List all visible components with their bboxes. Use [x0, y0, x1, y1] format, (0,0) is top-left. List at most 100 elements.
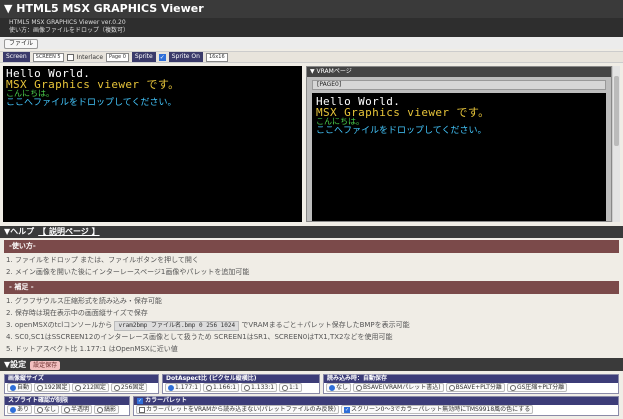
- interlace-label: Interlace: [76, 53, 104, 61]
- image-size-option-256[interactable]: 256固定: [110, 383, 148, 392]
- dot-aspect-header: DotAspect比 (ピクセル縦横比): [163, 375, 319, 383]
- msx-screen-canvas[interactable]: Hello World. MSX Graphics viewer です。 こんに…: [3, 66, 302, 222]
- sprite-option-no[interactable]: なし: [34, 405, 60, 414]
- vram-line-4: ここへファイルをドロップしてください。: [316, 126, 487, 136]
- app-title-bar: ▼ HTML5 MSX GRAPHICS Viewer: [0, 0, 623, 18]
- sprite-on-label: Sprite On: [168, 52, 203, 62]
- radio-icon: [37, 384, 44, 391]
- note-text: でVRAMまるごと＋パレット保存したBMPを表示可能: [241, 321, 410, 329]
- checkbox-icon: ✓: [343, 406, 350, 413]
- dot-aspect-group: DotAspect比 (ピクセル縦横比) 1.177:1 1.166:1 1.1…: [162, 374, 320, 394]
- page-select[interactable]: Page 0: [106, 52, 129, 62]
- usage-list: 1. ファイルをドロップ または、ファイルボタンを押して開く 2. メイン画像を…: [6, 254, 616, 278]
- option-label: 192固定: [44, 384, 68, 391]
- scrollbar-thumb[interactable]: [614, 76, 619, 146]
- settings-title: ▼設定: [4, 360, 27, 369]
- color-palette-checkbox[interactable]: ✓: [137, 397, 143, 404]
- option-label: あり: [17, 406, 30, 413]
- option-label: カラーパレットをVRAMから読み込まない(パレットファイルのみ反映): [146, 406, 336, 413]
- option-label: 縞影: [104, 406, 117, 413]
- help-title: ▼ヘルプ: [4, 227, 35, 236]
- screen-toolbar: Screen SCREEN 5 Interlace Page 0 Sprite …: [0, 51, 623, 63]
- command-code: vram2bmp ファイル名.bmp 0 256 1024: [114, 321, 240, 331]
- radio-icon: [10, 384, 16, 391]
- aspect-option-1166[interactable]: 1.166:1: [203, 383, 240, 392]
- radio-icon: [509, 384, 516, 391]
- load-save-header: 読み込み時：自動保存: [324, 375, 618, 383]
- vram-line-3: こんにちは。: [316, 117, 364, 126]
- note-item: 4. SC0,SC1はSSCREEN12のインターレース画像として扱うため SC…: [6, 333, 393, 341]
- option-label: BSAVE+PLT分離: [455, 384, 502, 391]
- palette-tms9918-option[interactable]: ✓ スクリーン0〜3でカラーパレット無効時にTMS9918風の色にする: [340, 405, 534, 414]
- usage-item: 1. ファイルをドロップ または、ファイルボタンを押して開く: [6, 256, 199, 264]
- app-version: HTML5 MSX GRAPHICS Viewer ver.0.20: [9, 19, 126, 26]
- vram-page-label: [PAGE0]: [312, 80, 606, 90]
- interlace-checkbox[interactable]: [66, 53, 74, 61]
- save-settings-button[interactable]: 設定保存: [30, 361, 61, 370]
- radio-icon: [448, 384, 455, 391]
- vertical-scrollbar[interactable]: [612, 66, 620, 222]
- note-item: 1. グラフサウルス圧縮形式を読み込み・保存可能: [6, 297, 162, 305]
- radio-icon: [113, 384, 120, 391]
- option-label: なし: [44, 406, 57, 413]
- sprite-on-checkbox[interactable]: ✓: [158, 53, 166, 61]
- usage-section-header: -使い方-: [4, 240, 619, 253]
- autosave-option-none[interactable]: なし: [326, 383, 352, 392]
- usage-item: 2. メイン画像を開いた後にインターレースページ1画像やパレットを追加可能: [6, 268, 250, 276]
- note-item: 3. openMSXのtclコンソールから vram2bmp ファイル名.bmp…: [6, 319, 616, 331]
- image-size-header: 画像縦サイズ: [5, 375, 158, 383]
- sprite-trans-header: スプライト確認が制限: [5, 397, 129, 405]
- aspect-option-1133[interactable]: 1.133:1: [241, 383, 278, 392]
- color-palette-group: ✓ カラーパレット カラーパレットをVRAMから読み込まない(パレットファイルの…: [133, 396, 619, 416]
- note-text: 3. openMSXのtclコンソールから: [6, 321, 113, 329]
- note-item: 2. 保存時は現在表示中の画面縦サイズで保存: [6, 309, 148, 317]
- sprite-label: Sprite: [131, 52, 156, 62]
- radio-icon: [329, 384, 335, 391]
- image-size-option-auto[interactable]: 自動: [7, 383, 33, 392]
- radio-icon: [244, 384, 251, 391]
- screen-line-3: こんにちは。: [6, 89, 54, 98]
- app-info: HTML5 MSX GRAPHICS Viewer ver.0.20 使い方：画…: [0, 18, 623, 37]
- radio-icon: [64, 406, 71, 413]
- option-label: BSAVE(VRAMパレット書込): [363, 384, 441, 391]
- color-palette-label: カラーパレット: [145, 397, 188, 404]
- vram-panel: ▼ VRAMページ [PAGE0] Hello World. MSX Graph…: [306, 66, 612, 222]
- option-label: 212固定: [82, 384, 106, 391]
- radio-icon: [168, 384, 174, 391]
- option-label: なし: [336, 384, 349, 391]
- sprite-option-semi[interactable]: 半透明: [61, 405, 93, 414]
- option-label: 半透明: [71, 406, 90, 413]
- aspect-option-1177[interactable]: 1.177:1: [165, 383, 202, 392]
- file-button[interactable]: ファイル: [4, 39, 39, 49]
- image-size-group: 画像縦サイズ 自動 192固定 212固定 256固定: [4, 374, 159, 394]
- autosave-option-gs-plt[interactable]: GS圧縮+PLT分離: [506, 383, 568, 392]
- option-label: 1.133:1: [251, 384, 275, 391]
- vram-header[interactable]: ▼ VRAMページ: [307, 67, 611, 77]
- palette-no-vram-option[interactable]: カラーパレットをVRAMから読み込まない(パレットファイルのみ反映): [136, 405, 339, 414]
- sprite-option-yes[interactable]: あり: [7, 405, 33, 414]
- screen-mode-select[interactable]: SCREEN 5: [32, 52, 64, 62]
- radio-icon: [282, 384, 289, 391]
- option-label: スクリーン0〜3でカラーパレット無効時にTMS9918風の色にする: [350, 406, 531, 413]
- sprite-option-stripe[interactable]: 縞影: [94, 405, 120, 414]
- autosave-option-bsave[interactable]: BSAVE(VRAMパレット書込): [353, 383, 444, 392]
- screen-label: Screen: [3, 52, 30, 62]
- autosave-option-bsave-plt[interactable]: BSAVE+PLT分離: [445, 383, 505, 392]
- radio-icon: [10, 406, 16, 413]
- help-header[interactable]: ▼ヘルプ【 説明ページ 】: [0, 226, 623, 238]
- note-item: 5. ドットアスペクト比 1.177:1 はOpenMSXに近い値: [6, 345, 178, 353]
- radio-icon: [75, 384, 82, 391]
- color-palette-header: ✓ カラーパレット: [134, 397, 618, 405]
- option-label: GS圧縮+PLT分離: [516, 384, 565, 391]
- app-title: HTML5 MSX GRAPHICS Viewer: [16, 2, 204, 15]
- option-label: 1.166:1: [213, 384, 237, 391]
- settings-header[interactable]: ▼設定 設定保存: [0, 358, 623, 371]
- image-size-option-212[interactable]: 212固定: [72, 383, 109, 392]
- image-size-option-192[interactable]: 192固定: [34, 383, 71, 392]
- load-save-group: 読み込み時：自動保存 なし BSAVE(VRAMパレット書込) BSAVE+PL…: [323, 374, 619, 394]
- option-label: 自動: [17, 384, 30, 391]
- aspect-option-1-1[interactable]: 1:1: [279, 383, 302, 392]
- collapse-arrow-icon[interactable]: ▼: [4, 2, 16, 15]
- help-page-link[interactable]: 【 説明ページ 】: [38, 227, 99, 236]
- sprite-size-select[interactable]: 16x16: [205, 52, 228, 62]
